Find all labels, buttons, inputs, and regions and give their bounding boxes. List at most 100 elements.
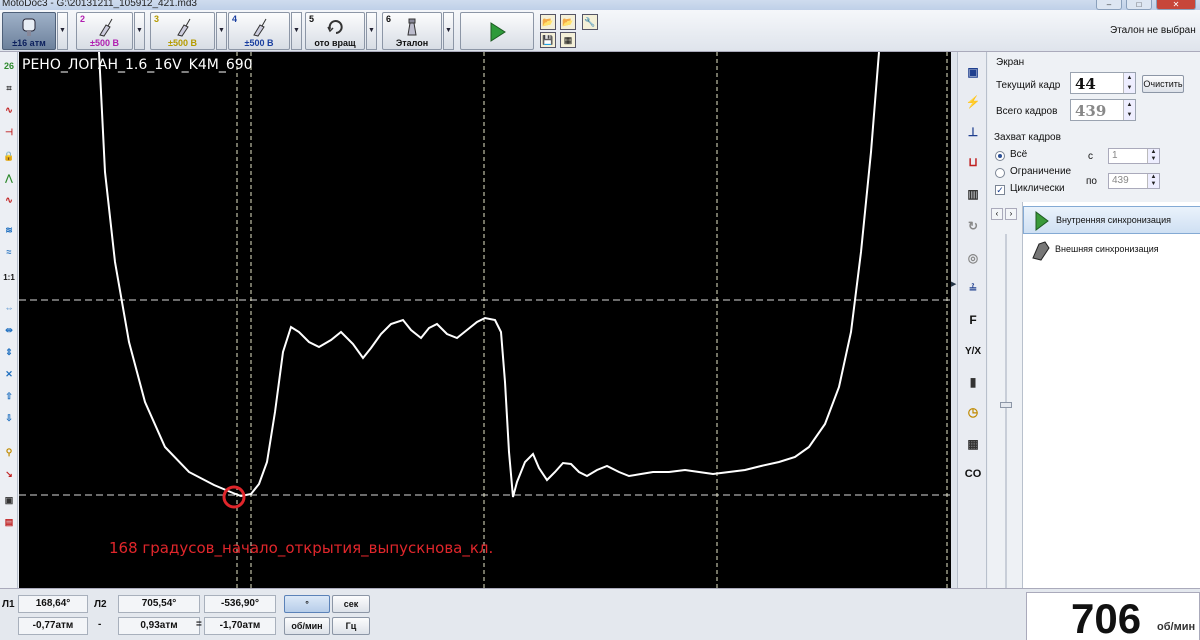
reference-sensor-icon: [407, 18, 417, 36]
trigger-rising-icon[interactable]: ⊥: [963, 122, 983, 142]
slider-thumb[interactable]: [1000, 402, 1012, 408]
hertz-button[interactable]: Гц: [332, 617, 370, 635]
from-label: с: [1088, 151, 1093, 162]
window-controls: – □ ✕: [1096, 0, 1196, 10]
channel-4-dropdown[interactable]: ▼: [291, 12, 302, 50]
l2-pressure: 0,93атм: [118, 617, 200, 635]
scale-1-1-icon[interactable]: 1:1: [1, 270, 17, 286]
screenshot-icon[interactable]: ▣: [1, 492, 17, 508]
from-spinner[interactable]: 1 ▲ ▼: [1108, 148, 1160, 164]
open-file-icon[interactable]: 📂: [540, 14, 556, 30]
printer-icon[interactable]: ▥: [963, 184, 983, 204]
play-button[interactable]: [460, 12, 534, 50]
expand-vertical-icon[interactable]: ⇕: [1, 344, 17, 360]
channel-6-dropdown[interactable]: ▼: [443, 12, 454, 50]
move-up-icon[interactable]: ⇧: [1, 388, 17, 404]
function-icon[interactable]: F: [963, 310, 983, 330]
lock-icon[interactable]: 🔒: [1, 148, 17, 164]
to-label: по: [1086, 176, 1097, 187]
sync-tool-icon[interactable]: ⋀: [1, 170, 17, 186]
settings-wrench-icon[interactable]: 🔧: [582, 14, 598, 30]
sync-internal-item[interactable]: Внутренняя синхронизация: [1023, 206, 1200, 234]
channel-2-button[interactable]: 2 ±500 В: [76, 12, 133, 50]
clear-button[interactable]: Очистить: [1142, 75, 1184, 93]
capture-all-label: Всё: [1010, 149, 1028, 160]
channel-6-button[interactable]: 6 Эталон: [382, 12, 442, 50]
to-spinner[interactable]: 439 ▲ ▼: [1108, 173, 1160, 189]
settings-panel: Экран Текущий кадр 44 ▲ ▼ Очистить Всего …: [988, 52, 1200, 588]
trigger-pulse-icon[interactable]: ⊔: [963, 152, 983, 172]
clock-icon[interactable]: ◷: [963, 402, 983, 422]
calculator-icon[interactable]: ▦: [963, 434, 983, 454]
capture-limit-radio[interactable]: [995, 168, 1005, 178]
spark-icon[interactable]: ⚡: [963, 92, 983, 112]
print-icon[interactable]: ▤: [1, 514, 17, 530]
maximize-button[interactable]: □: [1126, 0, 1152, 10]
close-button[interactable]: ✕: [1156, 0, 1196, 10]
channel-3-button[interactable]: 3 ±500 В: [150, 12, 215, 50]
pressure-sensor-icon: [22, 18, 36, 36]
total-frames-field: 439 ▲ ▼: [1070, 99, 1136, 121]
clamp-sensor-icon: [1032, 241, 1050, 261]
sync-next-icon[interactable]: ›: [1005, 208, 1017, 220]
oscilloscope-display[interactable]: РЕНО_ЛОГАН_1.6_16V_K4M_690 168 градусов_…: [19, 52, 951, 588]
l1-pressure: -0,77атм: [18, 617, 88, 635]
current-frame-spinner[interactable]: 44 ▲ ▼: [1070, 72, 1136, 94]
compress-horizontal-icon[interactable]: ⇹: [1, 322, 17, 338]
total-frames-label: Всего кадров: [996, 106, 1058, 117]
measurement-bar: Л1 168,64° Л2 705,54° -536,90° -0,77атм …: [0, 588, 1200, 640]
channel-5-dropdown[interactable]: ▼: [366, 12, 377, 50]
crop-tool-icon[interactable]: ⌗: [1, 80, 17, 96]
channel-3-label: ±500 В: [168, 38, 197, 48]
open-reference-icon[interactable]: 📂: [560, 14, 576, 30]
save-icon[interactable]: 💾: [540, 32, 556, 48]
seconds-button[interactable]: сек: [332, 595, 370, 613]
sync-prev-icon[interactable]: ‹: [991, 208, 1003, 220]
screen-group-header: Экран: [996, 57, 1025, 68]
filter-tool-icon[interactable]: ≋: [1, 222, 17, 238]
percent-icon[interactable]: ≟: [963, 280, 983, 300]
window-title: MotoDoc3 - G:\20131211_105912_421.md3: [2, 0, 197, 9]
rpm-button[interactable]: об/мин: [284, 617, 330, 635]
zoom-icon[interactable]: ⚲: [1, 444, 17, 460]
channel-4-button[interactable]: 4 ±500 В: [228, 12, 290, 50]
expand-horizontal-icon[interactable]: ⇔: [1, 300, 17, 316]
channel-6-number: 6: [386, 14, 392, 24]
channel-1-button[interactable]: ±16 атм: [2, 12, 56, 50]
counter-tool-icon[interactable]: 26: [1, 58, 17, 74]
channel-5-button[interactable]: 5 ото вращ: [305, 12, 365, 50]
move-down-icon[interactable]: ⇩: [1, 410, 17, 426]
y-x-icon[interactable]: Y/X: [963, 342, 983, 362]
waveform-plot: [19, 52, 951, 588]
channel-4-number: 4: [232, 14, 238, 24]
sync-external-label: Внешняя синхронизация: [1055, 244, 1159, 254]
capture-all-radio[interactable]: [995, 151, 1005, 161]
spinner-arrows-icon[interactable]: ▲ ▼: [1147, 149, 1159, 163]
degrees-button[interactable]: °: [284, 595, 330, 613]
spinner-arrows-icon[interactable]: ▲ ▼: [1147, 174, 1159, 188]
channel-1-dropdown[interactable]: ▼: [57, 12, 68, 50]
cyclic-checkbox[interactable]: ✓: [995, 185, 1005, 195]
target-icon[interactable]: ◎: [963, 248, 983, 268]
monitor-icon[interactable]: ▣: [963, 62, 983, 82]
cursor-tool-icon[interactable]: ⊣: [1, 124, 17, 140]
channel-2-dropdown[interactable]: ▼: [134, 12, 145, 50]
sine-tool-icon[interactable]: ∿: [1, 192, 17, 208]
refresh-icon[interactable]: ↻: [963, 216, 983, 236]
sync-internal-label: Внутренняя синхронизация: [1056, 215, 1171, 225]
minimize-button[interactable]: –: [1096, 0, 1122, 10]
current-frame-label: Текущий кадр: [996, 80, 1061, 91]
wave-tool-icon[interactable]: ∿: [1, 102, 17, 118]
co-gas-icon[interactable]: CO: [963, 464, 983, 484]
sync-external-item[interactable]: Внешняя синхронизация: [1023, 236, 1200, 264]
marker-tool-icon[interactable]: ↘: [1, 466, 17, 482]
channel-5-label: ото вращ: [314, 38, 356, 48]
level-slider[interactable]: [994, 234, 1018, 588]
battery-icon[interactable]: ▮: [963, 372, 983, 392]
spinner-arrows-icon[interactable]: ▲ ▼: [1123, 73, 1135, 93]
channel-3-dropdown[interactable]: ▼: [216, 12, 227, 50]
rpm-unit: об/мин: [1157, 621, 1196, 633]
compress-vertical-icon[interactable]: ✕: [1, 366, 17, 382]
multi-wave-icon[interactable]: ≈: [1, 244, 17, 260]
save-as-icon[interactable]: ▦: [560, 32, 576, 48]
